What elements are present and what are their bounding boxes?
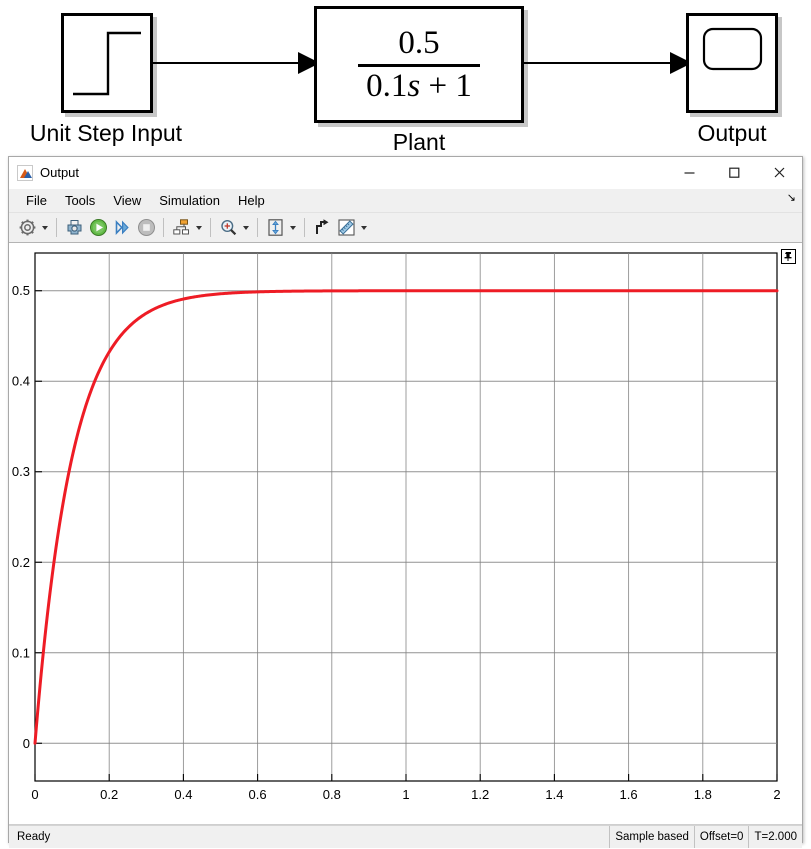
minimize-icon (684, 172, 695, 174)
svg-text:0.1: 0.1 (12, 645, 30, 660)
maximize-button[interactable] (712, 158, 757, 188)
pin-glyph-icon (784, 252, 792, 261)
autoscale-button[interactable] (263, 216, 287, 240)
svg-text:0: 0 (23, 736, 30, 751)
plant-block-label: Plant (392, 129, 446, 155)
step-forward-icon (115, 220, 129, 235)
transfer-function-expression: 0.5 0.1s + 1 (317, 9, 521, 120)
tf-numerator: 0.5 (398, 24, 440, 61)
block-diagram: 0.5 0.1s + 1 Unit Step Input Plant Outpu… (0, 0, 811, 155)
scope-output-block[interactable] (686, 13, 778, 113)
svg-text:0.5: 0.5 (12, 283, 30, 298)
toolbar-separator (210, 218, 211, 237)
menu-item-help[interactable]: Help (229, 191, 274, 210)
svg-text:0.8: 0.8 (323, 787, 341, 802)
toolbar-separator (163, 218, 164, 237)
stop-button[interactable] (134, 216, 158, 240)
gear-icon (19, 219, 35, 236)
toolbar-separator (257, 218, 258, 237)
status-ready-text: Ready (17, 831, 51, 843)
tf-den-variable: s (407, 67, 421, 104)
svg-text:0: 0 (31, 787, 38, 802)
svg-text:1.2: 1.2 (471, 787, 489, 802)
zoom-caret-icon[interactable] (240, 216, 252, 240)
menu-item-view[interactable]: View (104, 191, 150, 210)
matlab-icon (17, 164, 33, 181)
zoom-in-icon (220, 219, 236, 236)
output-block-label: Output (697, 120, 767, 146)
menu-item-tools[interactable]: Tools (56, 191, 104, 210)
measurements-button[interactable] (334, 216, 358, 240)
tf-fraction-bar (358, 63, 480, 67)
stop-icon (137, 219, 155, 236)
close-button[interactable] (757, 158, 802, 188)
tf-denominator: 0.1s + 1 (356, 67, 482, 104)
configuration-properties-button[interactable] (15, 216, 39, 240)
minimize-button[interactable] (667, 158, 712, 188)
window-title: Output (40, 165, 80, 180)
measurements-caret-icon[interactable] (358, 216, 370, 240)
step-waveform-icon (73, 31, 141, 96)
configuration-properties-caret-icon[interactable] (39, 216, 51, 240)
svg-text:0.2: 0.2 (100, 787, 118, 802)
status-offset: Offset=0 (693, 826, 749, 848)
y-axis-tick-labels: 0 0.1 0.2 0.3 0.4 0.5 (12, 283, 30, 751)
run-button[interactable] (86, 216, 110, 240)
menu-item-simulation[interactable]: Simulation (150, 191, 229, 210)
svg-text:0.6: 0.6 (249, 787, 267, 802)
scope-window: Output File Tools View Simulation Help ↘… (8, 156, 803, 848)
print-icon (67, 220, 81, 235)
menu-overflow-arrow-icon[interactable]: ↘ (787, 193, 796, 204)
svg-text:1.4: 1.4 (545, 787, 563, 802)
svg-text:0.2: 0.2 (12, 555, 30, 570)
window-titlebar: Output (9, 157, 802, 189)
ruler-icon (337, 219, 355, 236)
status-time: T=2.000 (748, 826, 802, 848)
legend-icon (315, 219, 328, 234)
svg-text:0.4: 0.4 (12, 374, 30, 389)
scope-screenshot: 0.5 0.1s + 1 Unit Step Input Plant Outpu… (0, 0, 811, 849)
step-block-label: Unit Step Input (29, 120, 183, 146)
signal-selection-caret-icon[interactable] (193, 216, 205, 240)
toolbar-separator (304, 218, 305, 237)
maximize-icon (729, 167, 740, 178)
plant-transfer-function-block[interactable]: 0.5 0.1s + 1 (314, 6, 524, 123)
step-input-block[interactable] (61, 13, 153, 113)
scope-screen-icon (702, 27, 763, 71)
close-icon (774, 167, 785, 178)
svg-text:1.8: 1.8 (694, 787, 712, 802)
autoscale-caret-icon[interactable] (287, 216, 299, 240)
toolbar-separator (56, 218, 57, 237)
plot-region[interactable]: 0 0.2 0.4 0.6 0.8 1 1.2 1.4 1.6 1.8 2 0 0.1 0.2 0.3 0.… (9, 243, 802, 825)
pin-icon[interactable] (781, 249, 796, 264)
x-axis-tick-labels: 0 0.2 0.4 0.6 0.8 1 1.2 1.4 1.6 1.8 2 (31, 787, 780, 802)
signal-selection-icon (172, 219, 189, 235)
print-button[interactable] (62, 216, 86, 240)
step-forward-button[interactable] (110, 216, 134, 240)
svg-text:0.4: 0.4 (174, 787, 192, 802)
status-sample-mode: Sample based (609, 826, 694, 848)
step-response-chart: 0 0.2 0.4 0.6 0.8 1 1.2 1.4 1.6 1.8 2 0 0.1 0.2 0.3 0.… (12, 252, 781, 802)
tf-den-coeff: 0.1 (366, 67, 408, 104)
toolbar (9, 212, 802, 243)
signal-selection-button[interactable] (169, 216, 193, 240)
autoscale-icon (267, 219, 283, 236)
menu-item-file[interactable]: File (17, 191, 56, 210)
svg-text:1: 1 (402, 787, 409, 802)
svg-text:1.6: 1.6 (620, 787, 638, 802)
statusbar: Ready Sample based Offset=0 T=2.000 (9, 825, 802, 848)
svg-text:0.3: 0.3 (12, 464, 30, 479)
legend-button[interactable] (310, 216, 334, 240)
svg-text:2: 2 (773, 787, 780, 802)
menubar: File Tools View Simulation Help ↘ (9, 189, 802, 212)
play-icon (89, 219, 107, 236)
tf-den-rest: + 1 (428, 67, 472, 104)
zoom-button[interactable] (216, 216, 240, 240)
